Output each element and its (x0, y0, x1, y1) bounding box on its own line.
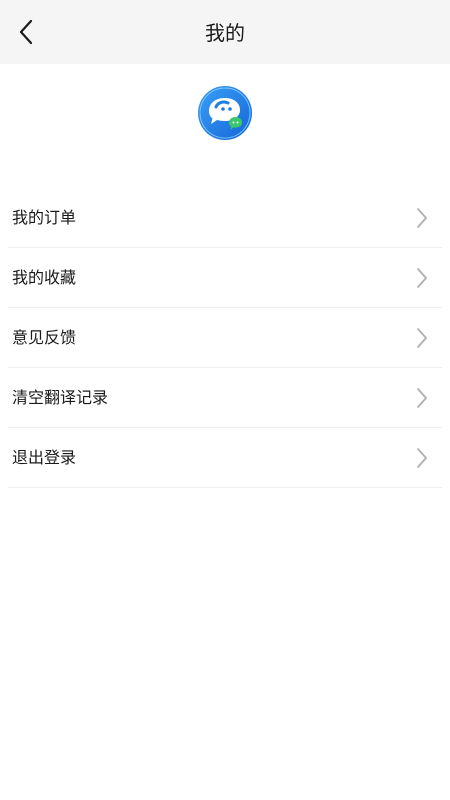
chevron-right-icon (417, 268, 427, 288)
menu-item-label: 清空翻译记录 (12, 388, 109, 407)
menu-item-label: 意见反馈 (12, 328, 77, 347)
menu-item-feedback[interactable]: 意见反馈 (8, 308, 442, 368)
menu-item-my-orders[interactable]: 我的订单 (8, 188, 442, 248)
menu-item-label: 我的收藏 (12, 268, 77, 287)
menu-item-label: 退出登录 (12, 448, 77, 467)
chevron-right-icon (417, 448, 427, 468)
menu-item-clear-translation-history[interactable]: 清空翻译记录 (8, 368, 442, 428)
avatar[interactable] (197, 85, 253, 141)
back-button[interactable] (8, 14, 44, 50)
menu-item-my-favorites[interactable]: 我的收藏 (8, 248, 442, 308)
menu-list: 我的订单 我的收藏 意见反馈 清空翻译记录 退出登录 (0, 188, 450, 488)
menu-item-logout[interactable]: 退出登录 (8, 428, 442, 488)
chevron-right-icon (417, 328, 427, 348)
chevron-right-icon (417, 208, 427, 228)
chevron-left-icon (19, 19, 33, 45)
top-bar: 我的 (0, 0, 450, 64)
chat-bubble-app-logo-icon (198, 86, 252, 140)
menu-item-label: 我的订单 (12, 208, 77, 227)
page-title: 我的 (205, 21, 245, 45)
chevron-right-icon (417, 388, 427, 408)
